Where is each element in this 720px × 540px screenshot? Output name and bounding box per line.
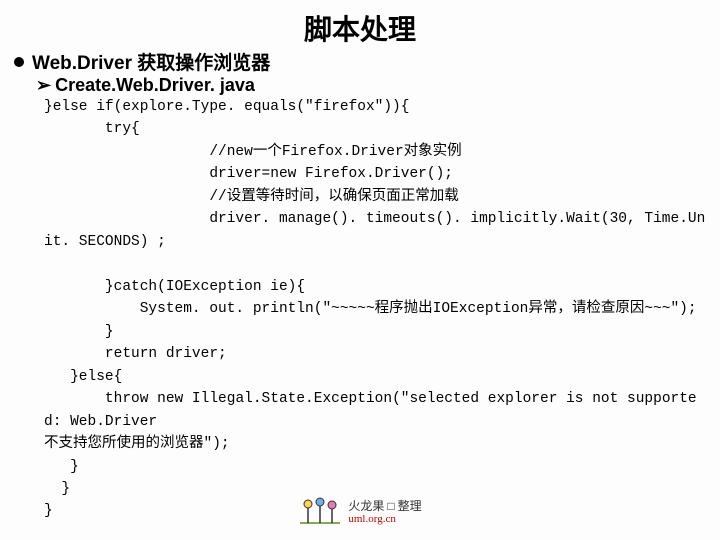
bullet-dot-icon bbox=[14, 57, 24, 67]
footer-line2: uml.org.cn bbox=[348, 513, 421, 526]
bullet-arrow-icon: ➢ bbox=[36, 75, 51, 95]
footer: 火龙果 □ 整理 uml.org.cn bbox=[0, 495, 720, 530]
code-block: }else if(explore.Type. equals("firefox")… bbox=[0, 96, 720, 523]
footer-text: 火龙果 □ 整理 uml.org.cn bbox=[348, 499, 421, 527]
bullet-level-1: Web.Driver 获取操作浏览器 bbox=[0, 48, 720, 75]
footer-line1: 火龙果 □ 整理 bbox=[348, 499, 421, 513]
bullet-level-2: ➢Create.Web.Driver. java bbox=[0, 75, 720, 96]
slide-title: 脚本处理 bbox=[0, 0, 720, 48]
footer-logo-icon bbox=[298, 495, 342, 530]
bullet1-text: Web.Driver 获取操作浏览器 bbox=[32, 53, 270, 74]
bullet2-text: Create.Web.Driver. java bbox=[55, 75, 255, 95]
